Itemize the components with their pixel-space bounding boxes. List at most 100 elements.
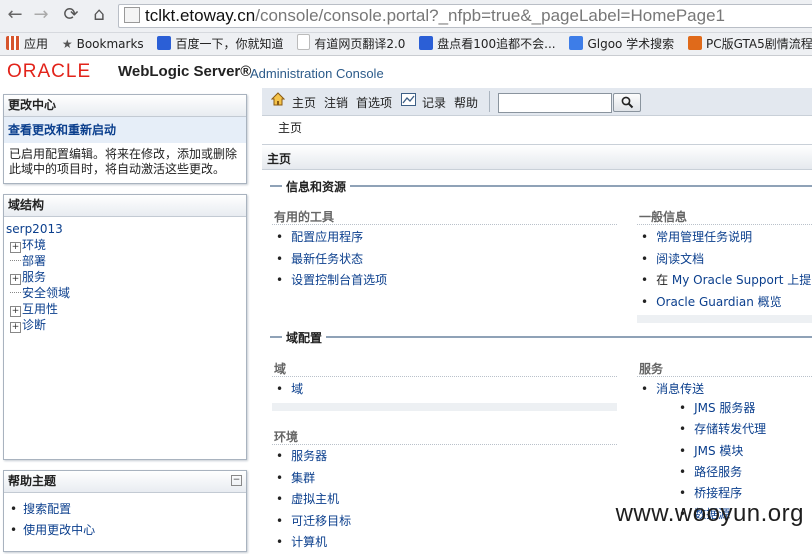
preferences-link[interactable]: 首选项	[356, 94, 392, 111]
bookmarks-bar: 应用 ★ Bookmarks 百度一下，你就知道 有道网页翻译2.0 盘点看100…	[0, 33, 812, 56]
help-link-change-center[interactable]: 使用更改中心	[10, 520, 246, 541]
general-title: 一般信息	[639, 210, 688, 224]
tree-node-diagnostics[interactable]: + 诊断	[6, 317, 244, 333]
environment-list: 服务器 集群 虚拟主机 可迁移目标 计算机	[276, 446, 351, 554]
logout-link[interactable]: 注销	[324, 94, 348, 111]
expand-icon[interactable]: +	[10, 322, 21, 333]
subsection-rule	[637, 376, 812, 377]
bookmark-glgoo[interactable]: Glgoo 学术搜索	[569, 33, 674, 55]
env-link-migratable-targets[interactable]: 可迁移目标	[276, 511, 351, 533]
panel-title: 域结构	[4, 195, 246, 217]
reload-icon[interactable]: ⟳	[60, 4, 82, 26]
tree-node-security-realms[interactable]: 安全领域	[6, 285, 244, 301]
view-changes-link[interactable]: 查看更改和重新启动	[4, 117, 246, 143]
change-center-text: 已启用配置编辑。将来在修改，添加或删除此域中的项目时，将自动激活这些更改。	[9, 147, 238, 176]
path-services-link[interactable]: 路径服务	[679, 462, 766, 483]
tree-node-interoperability[interactable]: + 互用性	[6, 301, 244, 317]
env-link-servers[interactable]: 服务器	[276, 446, 351, 468]
tool-link[interactable]: 设置控制台首选项	[276, 270, 387, 292]
record-icon[interactable]	[401, 93, 416, 109]
tree-node-environment[interactable]: + 环境	[6, 237, 244, 253]
domain-tree: serp2013 + 环境 部署 + 服务 安全领域 + 互用性 + 诊断	[4, 217, 246, 333]
bookmark-youdao[interactable]: 有道网页翻译2.0	[297, 33, 405, 55]
help-link[interactable]: 帮助	[454, 94, 478, 111]
page-title: 主页	[267, 152, 292, 166]
section-title: 信息和资源	[282, 178, 351, 195]
help-link-search-config[interactable]: 搜索配置	[10, 499, 246, 520]
content-title-bar: 主页	[262, 144, 812, 170]
search-button[interactable]	[613, 93, 641, 112]
jms-modules-link[interactable]: JMS 模块	[679, 441, 766, 462]
expand-icon[interactable]: +	[10, 242, 21, 253]
subsection-rule	[272, 376, 617, 377]
subsection-rule	[272, 224, 617, 225]
domain-structure-panel: 域结构 serp2013 + 环境 部署 + 服务 安全领域 + 互用性 + 诊断	[3, 194, 247, 460]
domain-section-header: 域配置	[270, 329, 812, 346]
forward-icon[interactable]: →	[30, 4, 52, 26]
home-link[interactable]: 主页	[292, 94, 316, 111]
tree-line	[10, 260, 21, 261]
domain-link[interactable]: 域	[276, 379, 303, 401]
baidu-icon	[157, 36, 172, 50]
general-footer-shade	[637, 315, 812, 323]
home-icon[interactable]	[270, 92, 286, 109]
back-icon[interactable]: ←	[4, 4, 26, 26]
console-topnav: 主页 注销 首选项 记录 帮助	[262, 88, 812, 116]
watermark: www.wooyun.org	[615, 500, 804, 527]
baidu-icon	[419, 36, 434, 50]
address-bar[interactable]: tclkt.etoway.cn/console/console.portal?_…	[118, 4, 812, 28]
glgoo-icon	[569, 36, 584, 50]
subsection-rule	[272, 444, 617, 445]
saf-agents-link[interactable]: 存储转发代理	[679, 419, 766, 440]
env-link-virtual-hosts[interactable]: 虚拟主机	[276, 489, 351, 511]
item-suffix: 上提问	[787, 273, 812, 287]
bookmark-label: PC版GTA5剧情流程	[706, 37, 812, 51]
tool-link[interactable]: 最新任务状态	[276, 249, 387, 271]
expand-icon[interactable]: +	[10, 306, 21, 317]
general-link-admin-tasks[interactable]: 常用管理任务说明	[641, 227, 812, 249]
tree-node-label: 环境	[22, 238, 47, 252]
env-link-clusters[interactable]: 集群	[276, 468, 351, 490]
browser-toolbar: ← → ⟳ ⌂ tclkt.etoway.cn/console/console.…	[0, 0, 812, 33]
bookmark-label: 应用	[24, 37, 49, 51]
env-link-machines[interactable]: 计算机	[276, 532, 351, 554]
oracle-logo: ORACLE	[7, 61, 92, 82]
bookmark-label: Bookmarks	[76, 37, 144, 51]
home-icon[interactable]: ⌂	[88, 4, 110, 26]
record-link[interactable]: 记录	[422, 94, 446, 111]
tool-link[interactable]: 配置应用程序	[276, 227, 387, 249]
tree-node-label: 安全领域	[22, 286, 71, 300]
subsection-rule	[637, 224, 812, 225]
bookmark-gta5[interactable]: PC版GTA5剧情流程	[688, 33, 812, 55]
bookmark-folder[interactable]: ★ Bookmarks	[62, 33, 144, 55]
console-name: Administration Console	[250, 66, 384, 81]
page-icon	[297, 34, 311, 50]
help-list: 搜索配置 使用更改中心	[4, 493, 246, 541]
bookmark-pandian[interactable]: 盘点看100追都不会...	[419, 33, 556, 55]
general-link-docs[interactable]: 阅读文档	[641, 249, 812, 271]
search-input[interactable]	[498, 93, 612, 113]
panel-title: 帮助主题	[4, 471, 246, 493]
bookmark-apps[interactable]: 应用	[6, 33, 48, 55]
collapse-icon[interactable]: −	[231, 475, 242, 486]
item-suffix: 概览	[753, 294, 782, 309]
tree-node-label: 互用性	[22, 302, 59, 316]
general-item-support[interactable]: 在 My Oracle Support 上提问	[641, 270, 812, 292]
general-item-guardian[interactable]: Oracle Guardian 概览	[641, 292, 812, 314]
oracle-guardian-link[interactable]: Oracle Guardian	[656, 295, 754, 309]
section-rule	[270, 336, 812, 338]
tree-node-label: 服务	[22, 270, 47, 284]
environment-subtitle: 环境	[274, 430, 299, 444]
expand-icon[interactable]: +	[10, 274, 21, 285]
bookmark-baidu[interactable]: 百度一下，你就知道	[157, 33, 284, 55]
tree-node-services[interactable]: + 服务	[6, 269, 244, 285]
search-icon	[621, 96, 633, 109]
domain-footer-shade	[272, 403, 617, 411]
my-oracle-support-link[interactable]: My Oracle Support	[672, 273, 784, 287]
tree-root[interactable]: serp2013	[6, 221, 244, 237]
jms-servers-link[interactable]: JMS 服务器	[679, 398, 766, 419]
apps-grid-icon	[6, 36, 20, 50]
tree-node-label: 部署	[22, 254, 47, 268]
tree-line	[10, 292, 21, 293]
tree-node-deployments[interactable]: 部署	[6, 253, 244, 269]
